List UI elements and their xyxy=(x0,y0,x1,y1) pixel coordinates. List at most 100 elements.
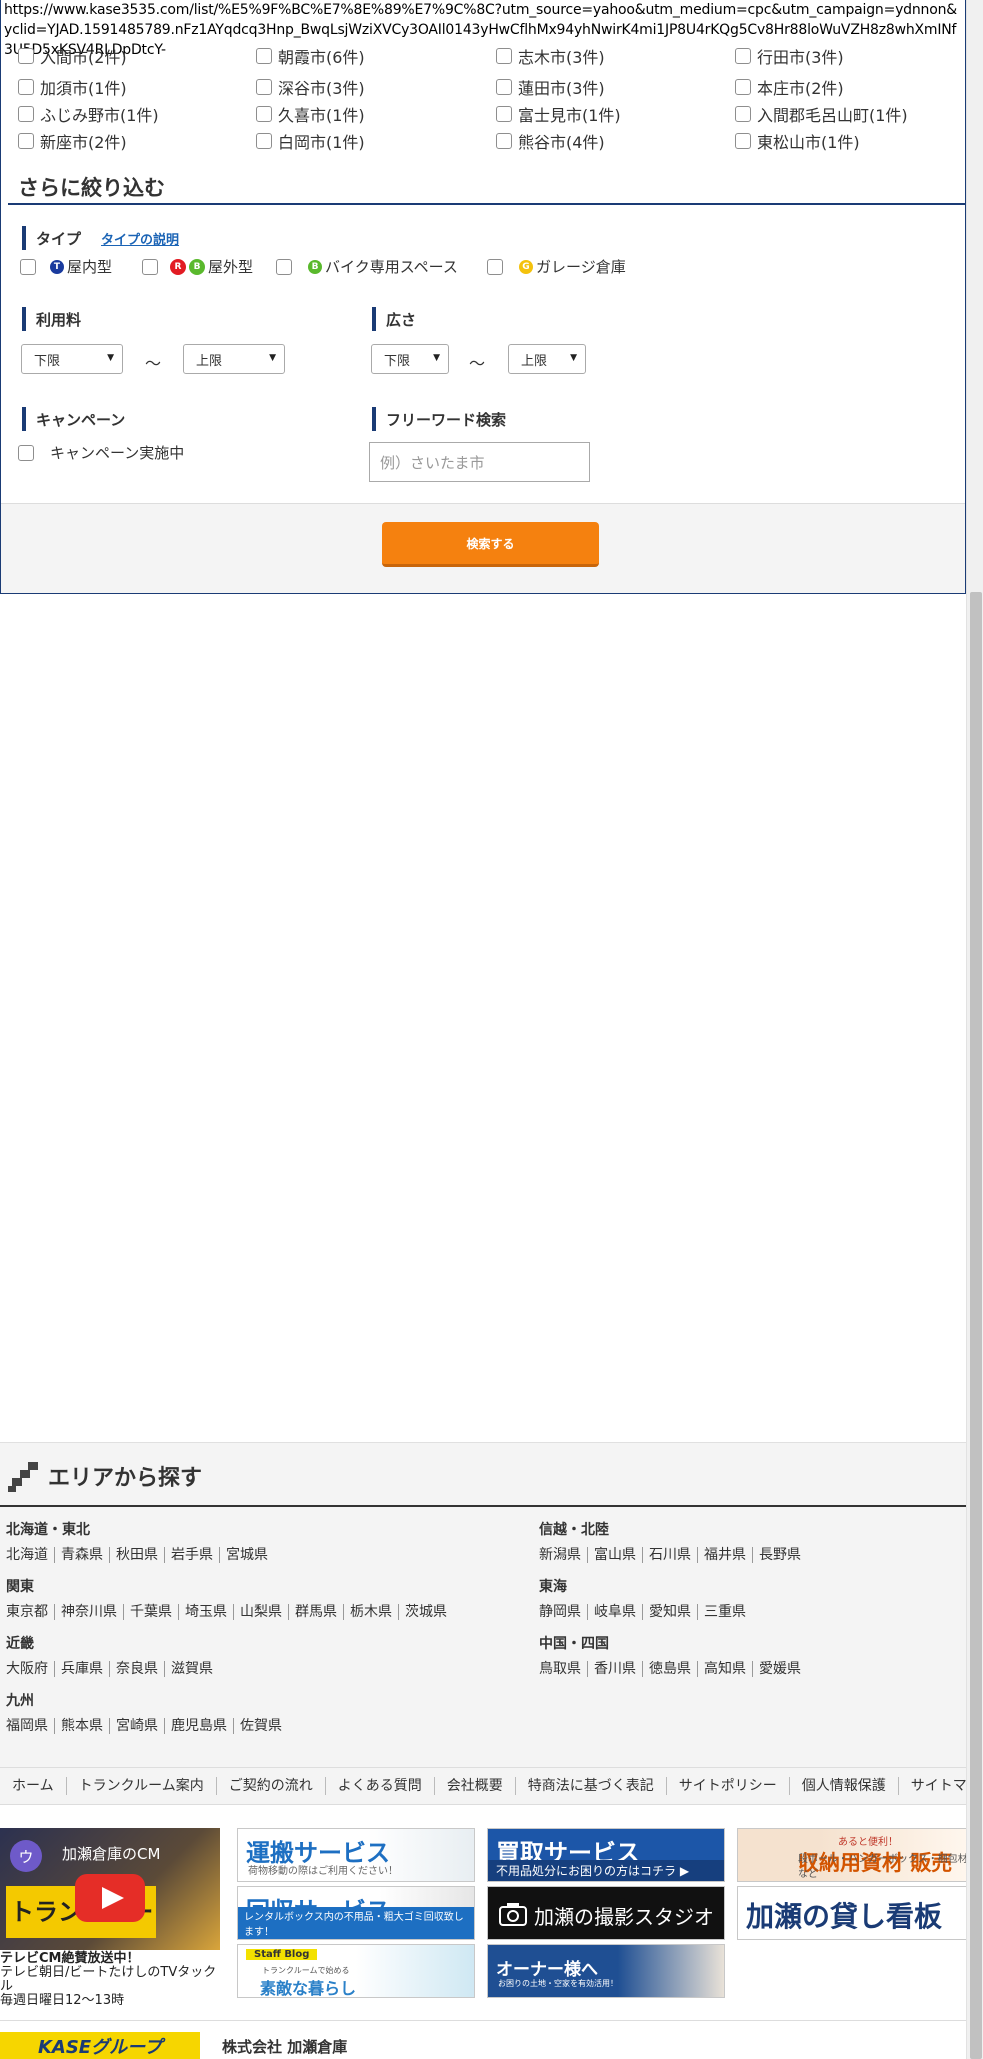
checkbox[interactable] xyxy=(735,79,751,95)
checkbox[interactable] xyxy=(496,133,512,149)
campaign-checkbox[interactable]: キャンペーン実施中 xyxy=(18,442,184,463)
kase-group-logo[interactable]: KASEグループ xyxy=(0,2032,200,2059)
city-checkbox[interactable]: 深谷市(3件) xyxy=(256,75,365,99)
pref-link[interactable]: 神奈川県 xyxy=(54,1604,123,1620)
pref-link[interactable]: 富山県 xyxy=(587,1547,642,1563)
banner-owner[interactable]: オーナー様へ お困りの土地・空家を有効活用！ xyxy=(487,1944,725,1998)
size-max-select[interactable]: 上限 ▼ xyxy=(508,344,586,374)
checkbox[interactable] xyxy=(496,106,512,122)
checkbox[interactable] xyxy=(496,79,512,95)
city-checkbox[interactable]: 東松山市(1件) xyxy=(735,129,860,153)
city-checkbox[interactable]: 富士見市(1件) xyxy=(496,102,621,126)
type-option-indoor[interactable]: T 屋内型 xyxy=(20,256,112,277)
checkbox[interactable] xyxy=(487,258,503,275)
banner-storage-materials[interactable]: あると便利！ 収納用資材 販売 段ボール・ハンガーボックス・梱包材など xyxy=(737,1828,969,1882)
city-checkbox[interactable]: ふじみ野市(1件) xyxy=(18,102,159,126)
type-option-bike[interactable]: B バイク専用スペース xyxy=(276,256,458,277)
nav-sitemap[interactable]: サイトマップ xyxy=(897,1777,966,1795)
pref-link[interactable]: 秋田県 xyxy=(109,1547,164,1563)
checkbox[interactable] xyxy=(18,106,34,122)
checkbox[interactable] xyxy=(496,48,512,64)
city-checkbox[interactable]: 本庄市(2件) xyxy=(735,75,844,99)
city-checkbox[interactable]: 入間市(2件) xyxy=(18,44,127,68)
pref-link[interactable]: 滋賀県 xyxy=(164,1661,219,1677)
checkbox[interactable] xyxy=(735,106,751,122)
city-checkbox[interactable]: 新座市(2件) xyxy=(18,129,127,153)
checkbox[interactable] xyxy=(256,133,272,149)
pref-link[interactable]: 福岡県 xyxy=(6,1718,54,1734)
scrollbar-thumb[interactable] xyxy=(970,592,982,2059)
checkbox[interactable] xyxy=(142,258,158,275)
nav-contract-flow[interactable]: ご契約の流れ xyxy=(215,1777,325,1795)
pref-link[interactable]: 栃木県 xyxy=(343,1604,398,1620)
banner-staff-blog[interactable]: Staff Blog トランクルームで始める 素敵な暮らし xyxy=(237,1944,475,1998)
pref-link[interactable]: 高知県 xyxy=(697,1661,752,1677)
nav-site-policy[interactable]: サイトポリシー xyxy=(665,1777,789,1795)
pref-link[interactable]: 愛知県 xyxy=(642,1604,697,1620)
pref-link[interactable]: 千葉県 xyxy=(123,1604,178,1620)
nav-privacy[interactable]: 個人情報保護 xyxy=(788,1777,898,1795)
banner-photo-studio[interactable]: 加瀬の撮影スタジオ xyxy=(487,1886,725,1940)
nav-trunkroom-guide[interactable]: トランクルーム案内 xyxy=(65,1777,216,1795)
city-checkbox[interactable]: 蓮田市(3件) xyxy=(496,75,605,99)
checkbox[interactable] xyxy=(276,258,292,275)
type-help-link[interactable]: タイプの説明 xyxy=(101,229,179,248)
pref-link[interactable]: 長野県 xyxy=(752,1547,807,1563)
pref-link[interactable]: 大阪府 xyxy=(6,1661,54,1677)
city-checkbox[interactable]: 熊谷市(4件) xyxy=(496,129,605,153)
nav-faq[interactable]: よくある質問 xyxy=(324,1777,434,1795)
nav-company[interactable]: 会社概要 xyxy=(433,1777,515,1795)
pref-link[interactable]: 徳島県 xyxy=(642,1661,697,1677)
checkbox[interactable] xyxy=(18,133,34,149)
size-min-select[interactable]: 下限 ▼ xyxy=(371,344,449,374)
pref-link[interactable]: 東京都 xyxy=(6,1604,54,1620)
banner-signboard[interactable]: 加瀬の貸し看板 xyxy=(737,1886,969,1940)
checkbox[interactable] xyxy=(18,444,34,461)
pref-link[interactable]: 鹿児島県 xyxy=(164,1718,233,1734)
checkbox[interactable] xyxy=(18,79,34,95)
checkbox[interactable] xyxy=(20,258,36,275)
pref-link[interactable]: 青森県 xyxy=(54,1547,109,1563)
pref-link[interactable]: 熊本県 xyxy=(54,1718,109,1734)
banner-collection[interactable]: 回収サービス レンタルボックス内の不用品・粗大ゴミ回収致します！ xyxy=(237,1886,475,1940)
search-button[interactable]: 検索する xyxy=(382,522,599,567)
pref-link[interactable]: 岩手県 xyxy=(164,1547,219,1563)
checkbox[interactable] xyxy=(256,48,272,64)
pref-link[interactable]: 鳥取県 xyxy=(539,1661,587,1677)
checkbox[interactable] xyxy=(18,48,34,64)
city-checkbox[interactable]: 志木市(3件) xyxy=(496,44,605,68)
pref-link[interactable]: 埼玉県 xyxy=(178,1604,233,1620)
nav-home[interactable]: ホーム xyxy=(0,1777,66,1795)
type-option-garage[interactable]: G ガレージ倉庫 xyxy=(487,256,626,277)
pref-link[interactable]: 佐賀県 xyxy=(233,1718,288,1734)
pref-link[interactable]: 福井県 xyxy=(697,1547,752,1563)
cm-video-player[interactable]: ウ 加瀬倉庫のCM トランクルーム xyxy=(0,1828,220,1950)
freeword-input[interactable]: 例）さいたま市 xyxy=(369,442,590,482)
fee-min-select[interactable]: 下限 ▼ xyxy=(21,344,123,374)
fee-max-select[interactable]: 上限 ▼ xyxy=(183,344,285,374)
pref-link[interactable]: 群馬県 xyxy=(288,1604,343,1620)
checkbox[interactable] xyxy=(256,106,272,122)
type-option-outdoor[interactable]: R B 屋外型 xyxy=(142,256,253,277)
banner-transport[interactable]: 運搬サービス 荷物移動の際はご利用ください！ xyxy=(237,1828,475,1882)
pref-link[interactable]: 新潟県 xyxy=(539,1547,587,1563)
nav-commercial-law[interactable]: 特商法に基づく表記 xyxy=(514,1777,666,1795)
pref-link[interactable]: 兵庫県 xyxy=(54,1661,109,1677)
banner-buyback[interactable]: 買取サービス 不用品処分にお困りの方はコチラ ▶ xyxy=(487,1828,725,1882)
city-checkbox[interactable]: 入間郡毛呂山町(1件) xyxy=(735,102,908,126)
checkbox[interactable] xyxy=(735,48,751,64)
city-checkbox[interactable]: 行田市(3件) xyxy=(735,44,844,68)
city-checkbox[interactable]: 加須市(1件) xyxy=(18,75,127,99)
pref-link[interactable]: 岐阜県 xyxy=(587,1604,642,1620)
pref-link[interactable]: 宮崎県 xyxy=(109,1718,164,1734)
pref-link[interactable]: 香川県 xyxy=(587,1661,642,1677)
pref-link[interactable]: 三重県 xyxy=(697,1604,752,1620)
pref-link[interactable]: 宮城県 xyxy=(219,1547,274,1563)
city-checkbox[interactable]: 朝霞市(6件) xyxy=(256,44,365,68)
city-checkbox[interactable]: 久喜市(1件) xyxy=(256,102,365,126)
pref-link[interactable]: 静岡県 xyxy=(539,1604,587,1620)
pref-link[interactable]: 北海道 xyxy=(6,1547,54,1563)
pref-link[interactable]: 茨城県 xyxy=(398,1604,453,1620)
pref-link[interactable]: 愛媛県 xyxy=(752,1661,807,1677)
checkbox[interactable] xyxy=(256,79,272,95)
